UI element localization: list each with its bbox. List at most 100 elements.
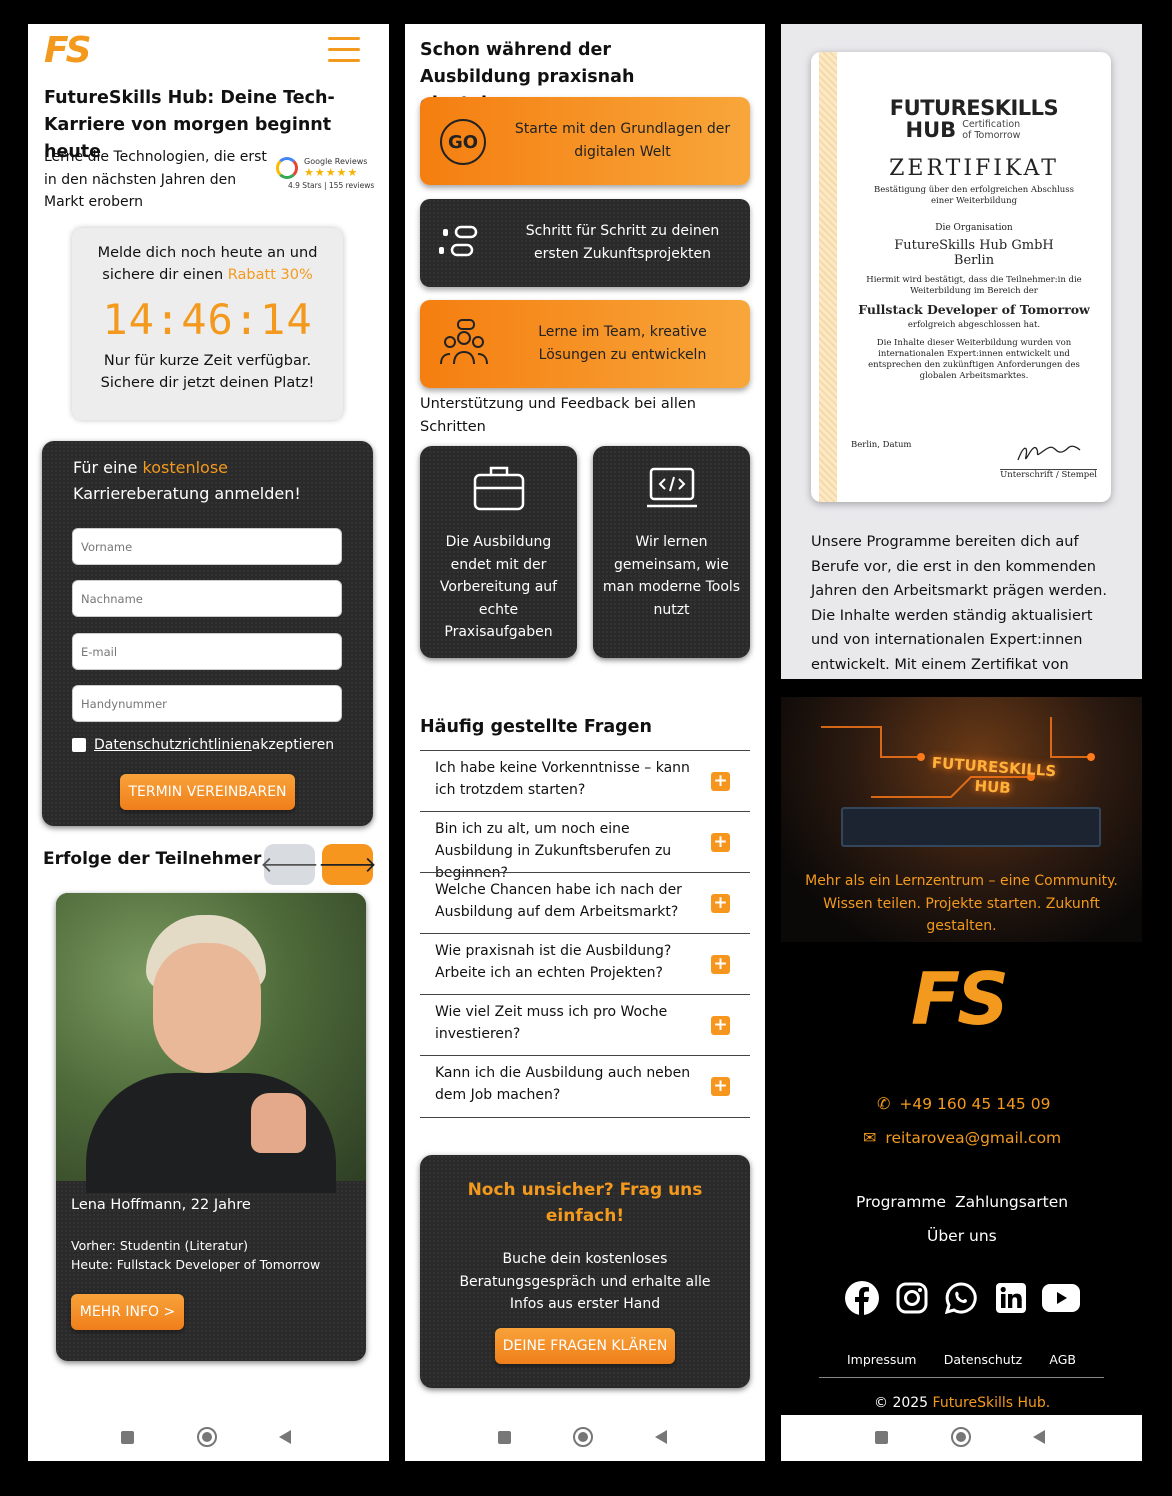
recent-apps-icon[interactable]	[121, 1431, 134, 1444]
back-icon[interactable]	[655, 1430, 667, 1444]
privacy-checkbox[interactable]	[72, 738, 86, 752]
recent-apps-icon[interactable]	[875, 1431, 888, 1444]
phone-number: +49 160 45 145 09	[899, 1094, 1051, 1113]
promo-line2: sichere dir einen Rabatt 30%	[102, 267, 313, 283]
cert-subtitle: Bestätigung über den erfolgreichen Absch…	[873, 185, 1074, 206]
footer-link-programme[interactable]: Programme	[856, 1193, 946, 1211]
feature-card-practice: Die Ausbildung endet mit der Vorbereitun…	[420, 446, 577, 658]
system-navbar	[405, 1415, 765, 1461]
email-input[interactable]	[72, 633, 342, 670]
home-icon[interactable]	[951, 1427, 971, 1447]
discount-promo-card: Melde dich noch heute an und sichere dir…	[72, 228, 343, 420]
expand-icon[interactable]: +	[711, 894, 730, 913]
neon-sign: FUTURESKILLS HUB	[931, 753, 1057, 798]
discount-highlight: Rabatt 30%	[227, 267, 313, 283]
step-text-3: Lerne im Team, kreative Lösungen zu entw…	[538, 324, 707, 363]
copyright: © 2025 FutureSkills Hub.	[874, 1395, 1051, 1411]
instagram-icon[interactable]	[895, 1281, 929, 1315]
computer-desks	[841, 807, 1101, 847]
brand-logo[interactable]: FS	[44, 30, 92, 71]
step-card-1: GO Starte mit den Grundlagen der digital…	[420, 97, 750, 185]
step-text-1: Starte mit den Grundlagen der digitalen …	[514, 121, 731, 160]
faq-item[interactable]: Wie praxisnah ist die Ausbildung? Arbeit…	[420, 933, 750, 994]
phone-input[interactable]	[72, 685, 342, 722]
youtube-icon[interactable]	[1042, 1281, 1080, 1315]
testimonial-name: Lena Hoffmann, 22 Jahre	[71, 1197, 251, 1213]
footer-logo[interactable]: FS	[911, 957, 1009, 1041]
hero-lead: Lerne die Technologien, die erst in den …	[44, 149, 267, 210]
cert-program: Fullstack Developer of Tomorrow	[858, 302, 1090, 317]
phone-icon: ✆	[877, 1094, 891, 1113]
cert-org-label: Die Organisation	[935, 223, 1013, 233]
carousel-next-button[interactable]: 🡒	[318, 844, 377, 885]
program-description: Unsere Programme bereiten dich auf Beruf…	[811, 534, 1107, 673]
footer-link-payment[interactable]: Zahlungsarten	[955, 1193, 1068, 1211]
faq-item[interactable]: Wie viel Zeit muss ich pro Woche investi…	[420, 994, 750, 1055]
cert-brand-hub: HUB	[905, 118, 957, 142]
screen-program: Schon während der Ausbildung praxisnah e…	[405, 24, 765, 1461]
book-appointment-button[interactable]: TERMIN VEREINBAREN	[120, 774, 295, 810]
expand-icon[interactable]: +	[711, 955, 730, 974]
footer-link-impressum[interactable]: Impressum	[847, 1352, 916, 1367]
back-icon[interactable]	[1033, 1430, 1045, 1444]
copyright-brand[interactable]: FutureSkills Hub.	[933, 1395, 1051, 1411]
expand-icon[interactable]: +	[711, 772, 730, 791]
expand-icon[interactable]: +	[711, 833, 730, 852]
home-icon[interactable]	[197, 1427, 217, 1447]
go-icon: GO	[440, 119, 486, 165]
footer-link-terms[interactable]: AGB	[1049, 1352, 1076, 1367]
menu-icon[interactable]	[328, 37, 360, 70]
system-navbar	[781, 1415, 1142, 1461]
countdown-timer: 14:46:14	[102, 295, 313, 344]
team-icon	[440, 319, 488, 365]
step-text-2: Schritt für Schritt zu deinen ersten Zuk…	[525, 223, 720, 262]
cert-confirm: Hiermit wird bestätigt, dass die Teilneh…	[866, 275, 1082, 296]
cert-brand: FUTURESKILLS	[889, 96, 1059, 120]
facebook-icon[interactable]	[845, 1281, 879, 1315]
last-name-input[interactable]	[72, 580, 342, 617]
footer-link-privacy[interactable]: Datenschutz	[944, 1352, 1023, 1367]
faq-question: Kann ich die Ausbildung auch neben dem J…	[435, 1065, 691, 1103]
google-reviews-badge[interactable]: Google Reviews ★★★★★ 4.9 Stars | 155 rev…	[276, 157, 376, 190]
more-info-button[interactable]: MEHR INFO >	[71, 1294, 184, 1330]
support-text: Unterstützung und Feedback bei allen Sch…	[420, 396, 696, 435]
promo-line4: Sichere dir jetzt deinen Platz!	[100, 375, 315, 391]
expand-icon[interactable]: +	[711, 1016, 730, 1035]
cert-completed: erfolgreich abgeschlossen hat.	[907, 320, 1041, 330]
feature-text-practice: Die Ausbildung endet mit der Vorbereitun…	[439, 534, 558, 640]
cert-tagline-1: Certification	[962, 119, 1021, 130]
back-icon[interactable]	[279, 1430, 291, 1444]
faq-item[interactable]: Welche Chancen habe ich nach der Ausbild…	[420, 872, 750, 933]
testimonial-before: Vorher: Studentin (Literatur)	[71, 1238, 248, 1253]
recent-apps-icon[interactable]	[498, 1431, 511, 1444]
hero-caption: Mehr als ein Lernzentrum – eine Communit…	[805, 873, 1118, 934]
google-icon	[276, 157, 298, 179]
carousel-prev-button[interactable]: 🡐	[260, 844, 319, 885]
cert-brand-row: HUB Certification of Tomorrow	[829, 118, 1097, 142]
home-icon[interactable]	[573, 1427, 593, 1447]
feature-card-tools: Wir lernen gemeinsam, wie man moderne To…	[593, 446, 750, 658]
person-face	[153, 943, 261, 1073]
first-name-input[interactable]	[72, 528, 342, 565]
faq-item[interactable]: Ich habe keine Vorkenntnisse – kann ich …	[420, 750, 750, 811]
step-card-2: Schritt für Schritt zu deinen ersten Zuk…	[420, 199, 750, 287]
linkedin-icon[interactable]	[994, 1281, 1028, 1315]
faq-item[interactable]: Kann ich die Ausbildung auch neben dem J…	[420, 1055, 750, 1118]
cert-signature-label: Unterschrift / Stempel	[1000, 469, 1097, 480]
cert-place-date: Berlin, Datum	[851, 440, 912, 450]
footer-email[interactable]: ✉ reitarovea@gmail.com	[863, 1128, 1061, 1147]
feature-text-tools: Wir lernen gemeinsam, wie man moderne To…	[602, 534, 741, 618]
briefcase-icon	[473, 466, 525, 511]
footer-phone[interactable]: ✆ +49 160 45 145 09	[877, 1094, 1050, 1113]
ask-questions-button[interactable]: DEINE FRAGEN KLÄREN	[495, 1328, 675, 1364]
cert-org-name: FutureSkills Hub GmbH	[894, 238, 1054, 253]
google-reviews-meta: 4.9 Stars | 155 reviews	[288, 181, 375, 190]
privacy-consent-text: akzeptieren	[251, 737, 335, 753]
expand-icon[interactable]: +	[711, 1077, 730, 1096]
privacy-policy-link[interactable]: Datenschutzrichtlinien	[94, 737, 252, 753]
form-title: Für eine kostenlose Karriereberatung anm…	[73, 458, 301, 503]
whatsapp-icon[interactable]	[944, 1281, 978, 1315]
faq-item[interactable]: Bin ich zu alt, um noch eine Ausbildung …	[420, 811, 750, 881]
footer-link-about[interactable]: Über uns	[927, 1227, 997, 1245]
testimonial-photo	[56, 893, 366, 1193]
